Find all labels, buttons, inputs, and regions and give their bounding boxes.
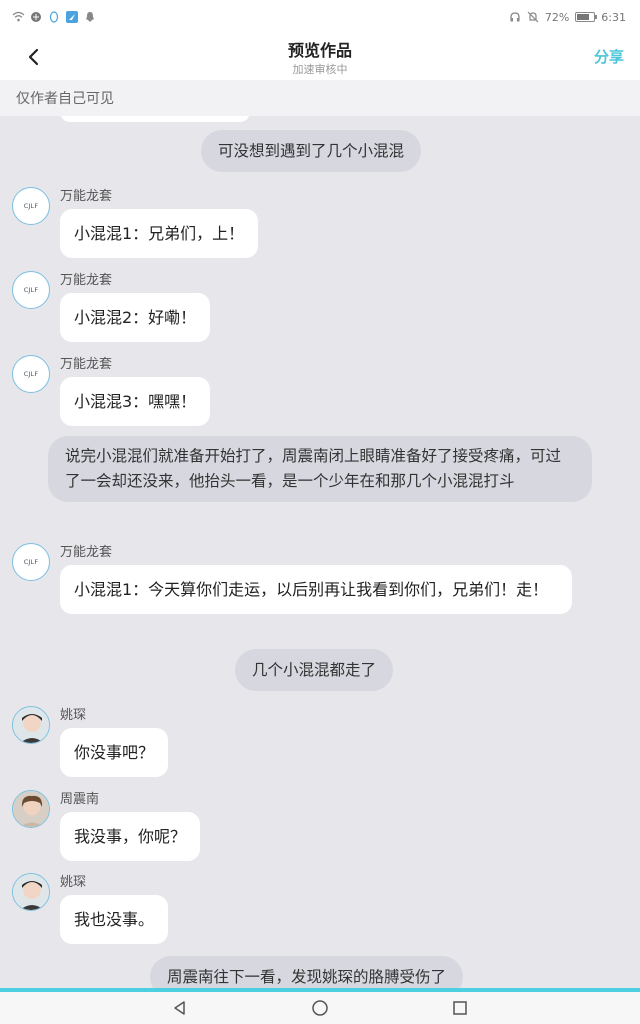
- avatar[interactable]: [12, 706, 50, 744]
- avatar[interactable]: CJLF: [12, 543, 50, 581]
- user-photo-icon: [13, 707, 49, 743]
- sender-name: 万能龙套: [60, 273, 113, 288]
- app-screen: 72% 6:31 预览作品 加速审核中 分享 仅作者自己可见 可没想到遇到了几个…: [0, 0, 640, 1024]
- review-status: 加速审核中: [292, 63, 348, 76]
- back-triangle-icon: [174, 1001, 185, 1015]
- system-nav-bar: [0, 992, 640, 1024]
- message-bubble[interactable]: 小混混1：兄弟们，上！: [60, 209, 259, 258]
- feishu-icon: [66, 11, 78, 23]
- message-text: 我也没事。: [74, 910, 155, 929]
- partial-message-bubble: [60, 116, 250, 122]
- home-circle-icon: [312, 1000, 328, 1016]
- avatar-logo-text: CJLF: [23, 558, 39, 566]
- battery-percent: 72%: [544, 10, 570, 24]
- share-button[interactable]: 分享: [594, 46, 624, 67]
- mute-icon: [527, 11, 539, 23]
- message-bubble[interactable]: 小混混3：嘿嘿！: [60, 377, 211, 426]
- message-text: 小混混1：今天算你们走运，以后别再让我看到你们，兄弟们！走！: [74, 580, 549, 599]
- message-bubble[interactable]: 小混混1：今天算你们走运，以后别再让我看到你们，兄弟们！走！: [60, 565, 572, 614]
- message-bubble[interactable]: 我没事，你呢？: [60, 812, 201, 861]
- message-text: 小混混2：好嘞！: [74, 308, 197, 327]
- narration-bubble[interactable]: 周震南往下一看，发现姚琛的胳膊受伤了: [150, 956, 464, 988]
- avatar-logo-text: CJLF: [23, 202, 39, 210]
- sender-name: 周震南: [60, 792, 100, 807]
- narration-text: 可没想到遇到了几个小混混: [218, 142, 405, 160]
- qq-icon: [48, 11, 60, 23]
- sender-name: 姚琛: [60, 875, 87, 890]
- narration-bubble[interactable]: 可没想到遇到了几个小混混: [201, 130, 422, 172]
- system-recents-button[interactable]: [449, 998, 471, 1018]
- sender-name: 姚琛: [60, 708, 87, 723]
- avatar[interactable]: [12, 873, 50, 911]
- chat-area[interactable]: 可没想到遇到了几个小混混 CJLF 万能龙套 小混混1：兄弟们，上！ CJLF …: [0, 116, 640, 988]
- sender-name: 万能龙套: [60, 357, 113, 372]
- message-text: 你没事吧？: [74, 743, 155, 762]
- snapchat-icon: [84, 11, 96, 23]
- narration-text: 说完小混混们就准备开始打了，周震南闭上眼睛准备好了接受疼痛，可过了一会却还没来，…: [65, 447, 562, 490]
- narration-text: 周震南往下一看，发现姚琛的胳膊受伤了: [167, 968, 447, 986]
- wifi-icon: [12, 11, 25, 23]
- user-photo-icon: [13, 874, 49, 910]
- message-bubble[interactable]: 小混混2：好嘞！: [60, 293, 211, 342]
- message-text: 小混混3：嘿嘿！: [74, 392, 197, 411]
- battery-fill: [577, 14, 589, 20]
- battery-icon: [575, 12, 598, 22]
- avatar[interactable]: CJLF: [12, 187, 50, 225]
- visibility-text: 仅作者自己可见: [16, 91, 114, 107]
- avatar[interactable]: CJLF: [12, 271, 50, 309]
- avatar-logo-text: CJLF: [23, 286, 39, 294]
- sender-name: 万能龙套: [60, 545, 113, 560]
- nav-header: 预览作品 加速审核中 分享: [0, 34, 640, 80]
- avatar[interactable]: [12, 790, 50, 828]
- sender-name: 万能龙套: [60, 189, 113, 204]
- status-left-icons: [12, 11, 96, 23]
- clock: 6:31: [601, 10, 626, 24]
- message-text: 我没事，你呢？: [74, 827, 187, 846]
- status-bar: 72% 6:31: [0, 0, 640, 34]
- system-back-button[interactable]: [169, 998, 191, 1018]
- browser-icon: [30, 11, 42, 23]
- visibility-banner: 仅作者自己可见: [0, 80, 640, 116]
- system-home-button[interactable]: [309, 998, 331, 1018]
- user-photo-icon: [13, 791, 49, 827]
- page-title: 预览作品: [287, 41, 352, 60]
- message-bubble[interactable]: 我也没事。: [60, 895, 169, 944]
- avatar[interactable]: CJLF: [12, 355, 50, 393]
- message-bubble[interactable]: 你没事吧？: [60, 728, 169, 777]
- message-text: 小混混1：兄弟们，上！: [74, 224, 245, 243]
- narration-bubble[interactable]: 说完小混混们就准备开始打了，周震南闭上眼睛准备好了接受疼痛，可过了一会却还没来，…: [48, 436, 592, 502]
- recents-square-icon: [453, 1001, 467, 1015]
- headphone-icon: [509, 11, 521, 23]
- avatar-logo-text: CJLF: [23, 370, 39, 378]
- narration-bubble[interactable]: 几个小混混都走了: [235, 649, 394, 691]
- status-right-icons: 72% 6:31: [509, 11, 626, 24]
- narration-text: 几个小混混都走了: [252, 661, 377, 679]
